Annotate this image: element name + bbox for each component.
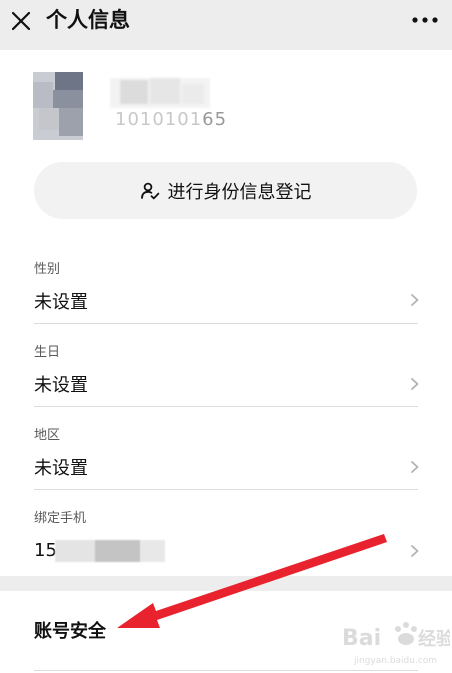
divider xyxy=(34,406,418,407)
account-security-label: 账号安全 xyxy=(34,621,106,642)
chevron-right-icon xyxy=(411,294,419,306)
page-title: 个人信息 xyxy=(46,8,130,32)
avatar[interactable] xyxy=(33,72,83,140)
top-bar: 个人信息 xyxy=(0,0,452,50)
account-id-visible: 65 xyxy=(202,109,228,130)
section-gap xyxy=(0,576,452,591)
field-value: 未设置 xyxy=(34,375,88,396)
field-value: 未设置 xyxy=(34,458,88,479)
divider xyxy=(34,489,418,490)
field-value: 15 xyxy=(34,540,57,561)
field-bound-phone[interactable]: 绑定手机 15 xyxy=(0,500,452,575)
account-id: 101010165 xyxy=(115,108,227,132)
field-birthday[interactable]: 生日 未设置 xyxy=(0,333,452,408)
phone-number-masked xyxy=(55,540,165,562)
nickname-masked xyxy=(110,78,210,108)
user-check-icon xyxy=(140,182,159,199)
field-region[interactable]: 地区 未设置 xyxy=(0,416,452,491)
field-label: 性别 xyxy=(34,262,61,277)
svg-text:Bai: Bai xyxy=(342,626,381,651)
divider xyxy=(34,323,418,324)
field-label: 生日 xyxy=(34,345,61,360)
chevron-right-icon xyxy=(411,545,419,557)
chevron-right-icon xyxy=(411,378,419,390)
identity-register-button[interactable]: 进行身份信息登记 xyxy=(34,162,417,219)
field-label: 地区 xyxy=(34,428,61,443)
baidu-jingyan-watermark: Bai 经验 jingyan.baidu.com xyxy=(342,622,450,666)
account-id-masked: 1010101 xyxy=(115,109,203,130)
more-dots-icon[interactable] xyxy=(410,10,440,30)
field-label: 绑定手机 xyxy=(34,511,87,526)
field-gender[interactable]: 性别 未设置 xyxy=(0,250,452,325)
svg-text:经验: 经验 xyxy=(418,628,450,650)
field-value: 未设置 xyxy=(34,292,88,313)
close-icon[interactable] xyxy=(10,10,32,32)
svg-text:jingyan.baidu.com: jingyan.baidu.com xyxy=(353,656,437,666)
identity-register-label: 进行身份信息登记 xyxy=(167,181,312,203)
chevron-right-icon xyxy=(411,461,419,473)
